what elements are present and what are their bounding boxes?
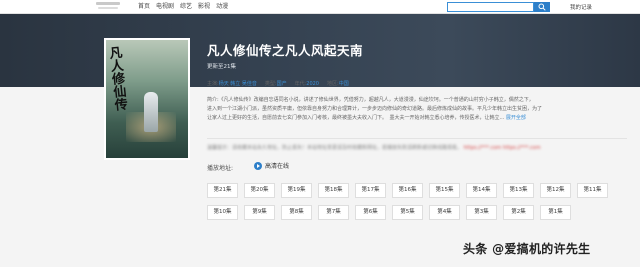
info-label-region: 地区: xyxy=(327,81,339,87)
episode-button[interactable]: 第3集 xyxy=(466,205,497,220)
info-label-cast: 主演: xyxy=(207,81,219,87)
top-nav-bar: 首页 电视剧 综艺 影视 动漫 我的记录 xyxy=(0,0,640,14)
episode-button[interactable]: 第11集 xyxy=(577,183,608,198)
description-line: 让家人过上更好的生活，自愿前去七玄门参加入门考核，最终被墨大夫收入门下。 墨大夫… xyxy=(207,115,505,121)
show-description: 简介:《凡人修仙传》改编自忘语同名小说，讲述了修仙世界，凭借努力，超越凡人，大道… xyxy=(207,96,602,123)
episode-button[interactable]: 第15集 xyxy=(429,183,460,198)
info-value-cast[interactable]: 杨天 韩立 吴佳音 xyxy=(219,81,257,87)
episode-button[interactable]: 第10集 xyxy=(207,205,238,220)
episode-button[interactable]: 第20集 xyxy=(244,183,275,198)
show-info: 主演:杨天 韩立 吴佳音 类型:国产 年代:2020 地区:中国 xyxy=(207,80,349,87)
main-nav: 首页 电视剧 综艺 影视 动漫 xyxy=(138,2,228,11)
source-tab-hd[interactable]: 高清在线 xyxy=(254,161,289,170)
poster-image[interactable]: 凡人修仙传 xyxy=(104,38,190,160)
info-value-genre[interactable]: 国产 xyxy=(277,81,287,87)
description-line: 简介:《凡人修仙传》改编自忘语同名小说，讲述了修仙世界，凭借努力，超越凡人，大道… xyxy=(207,97,534,103)
expand-link[interactable]: 展开全部 xyxy=(506,115,526,121)
episode-button[interactable]: 第19集 xyxy=(281,183,312,198)
episode-button[interactable]: 第4集 xyxy=(429,205,460,220)
nav-item-variety[interactable]: 综艺 xyxy=(180,2,192,11)
episode-button[interactable]: 第5集 xyxy=(392,205,423,220)
search-input[interactable] xyxy=(447,2,534,12)
nav-item-tv[interactable]: 电视剧 xyxy=(156,2,174,11)
watermark: 头条 @爱搞机的许先生 xyxy=(463,242,591,256)
play-icon xyxy=(254,161,262,170)
episode-button[interactable]: 第18集 xyxy=(318,183,349,198)
episode-button[interactable]: 第17集 xyxy=(355,183,386,198)
source-label: 播放地址: xyxy=(207,165,234,172)
episode-button[interactable]: 第1集 xyxy=(540,205,571,220)
poster-figure xyxy=(144,92,158,132)
info-label-year: 年代: xyxy=(294,81,307,87)
episode-button[interactable]: 第21集 xyxy=(207,183,238,198)
site-notice: 温馨提示：请收藏本站永久地址，防止丢失！本站地址变更请及时收藏新网址，若播放失败… xyxy=(207,145,541,151)
search-icon xyxy=(538,3,546,11)
poster-calligraphy: 凡人修仙传 xyxy=(105,45,128,112)
site-logo[interactable] xyxy=(96,1,120,12)
episode-button[interactable]: 第9集 xyxy=(244,205,275,220)
episode-button[interactable]: 第8集 xyxy=(281,205,312,220)
nav-item-movie[interactable]: 影视 xyxy=(198,2,210,11)
episode-button[interactable]: 第14集 xyxy=(466,183,497,198)
source-name: 高清在线 xyxy=(265,163,290,170)
episode-button[interactable]: 第13集 xyxy=(503,183,534,198)
search-button[interactable] xyxy=(534,2,550,12)
nav-item-home[interactable]: 首页 xyxy=(138,2,150,11)
notice-link-1[interactable]: https://***.com xyxy=(464,145,502,151)
episode-button[interactable]: 第6集 xyxy=(355,205,386,220)
episode-list: 第21集 第20集 第19集 第18集 第17集 第16集 第15集 第14集 第13集 第12集… xyxy=(207,183,608,220)
page-title: 凡人修仙传之凡人风起天南 xyxy=(207,43,364,58)
episode-button[interactable]: 第7集 xyxy=(318,205,349,220)
divider xyxy=(207,138,627,139)
info-label-genre: 类型: xyxy=(264,81,277,87)
info-value-year[interactable]: 2020 xyxy=(306,81,319,87)
episode-button[interactable]: 第12集 xyxy=(540,183,571,198)
description-line: 进入到一个江湖小门派，虽然资质平庸，但依靠自身努力和合理算计，一步步迈向修仙的奇… xyxy=(207,106,543,112)
episode-button[interactable]: 第16集 xyxy=(392,183,423,198)
nav-item-anime[interactable]: 动漫 xyxy=(216,2,228,11)
history-link[interactable]: 我的记录 xyxy=(570,3,592,11)
info-value-region[interactable]: 中国 xyxy=(339,81,349,87)
episode-button[interactable]: 第2集 xyxy=(503,205,534,220)
update-status: 更新至21集 xyxy=(207,64,236,70)
notice-link-2[interactable]: https://***.com xyxy=(503,145,541,151)
